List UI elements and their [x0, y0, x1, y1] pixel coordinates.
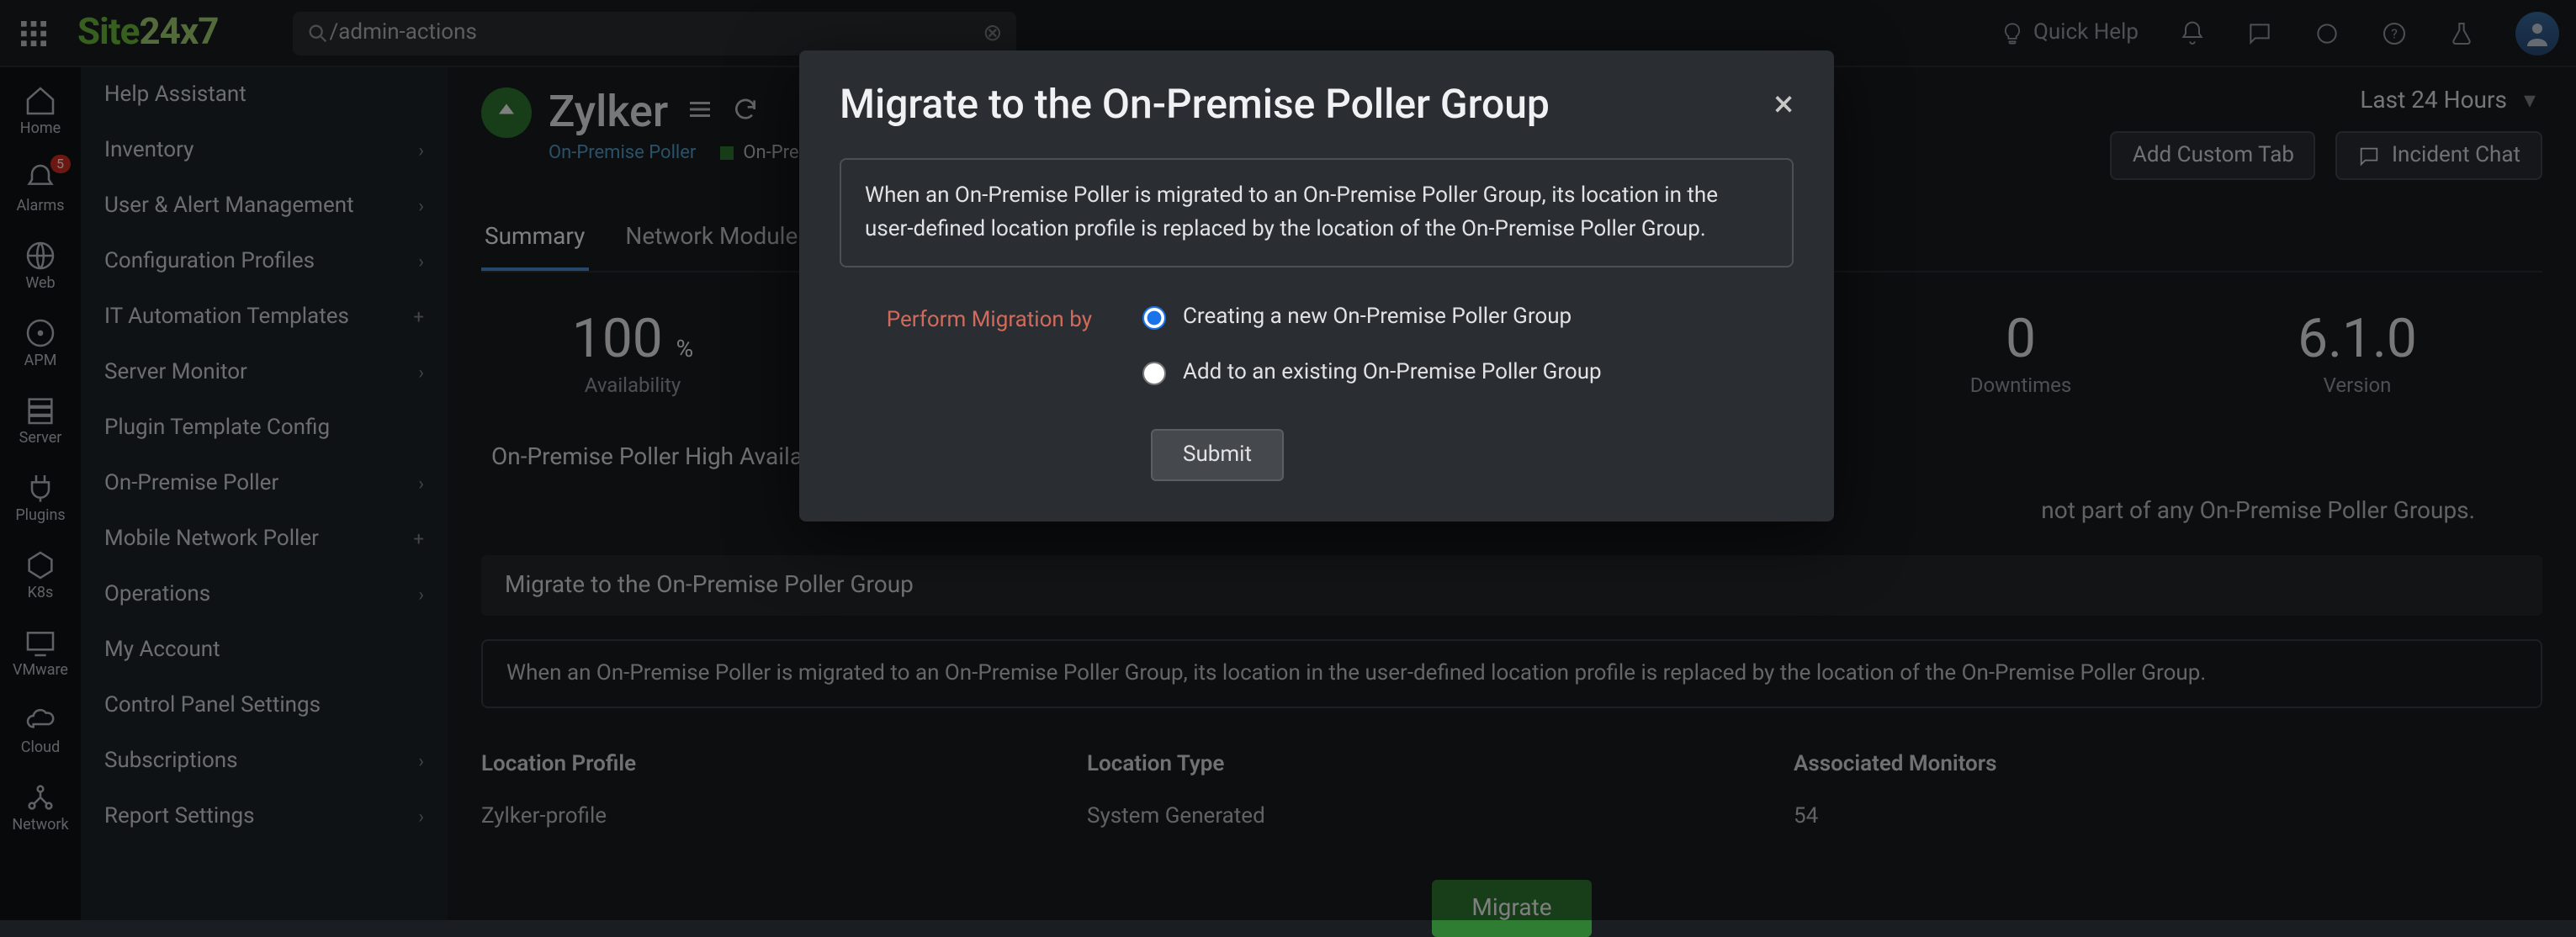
radio-create-new[interactable]: Creating a new On-Premise Poller Group: [1142, 304, 1794, 330]
form-label-migration: Perform Migration by: [840, 304, 1092, 385]
submit-button[interactable]: Submit: [1151, 429, 1284, 481]
radio-create-new-label: Creating a new On-Premise Poller Group: [1183, 304, 1572, 330]
radio-add-existing[interactable]: Add to an existing On-Premise Poller Gro…: [1142, 360, 1794, 385]
migrate-modal: Migrate to the On-Premise Poller Group ×…: [799, 50, 1834, 521]
radio-add-existing-input[interactable]: [1142, 361, 1166, 384]
modal-close-button[interactable]: ×: [1774, 83, 1794, 125]
modal-title: Migrate to the On-Premise Poller Group: [840, 81, 1550, 128]
radio-create-new-input[interactable]: [1142, 305, 1166, 329]
modal-info-box: When an On-Premise Poller is migrated to…: [840, 158, 1794, 267]
radio-add-existing-label: Add to an existing On-Premise Poller Gro…: [1183, 360, 1602, 385]
